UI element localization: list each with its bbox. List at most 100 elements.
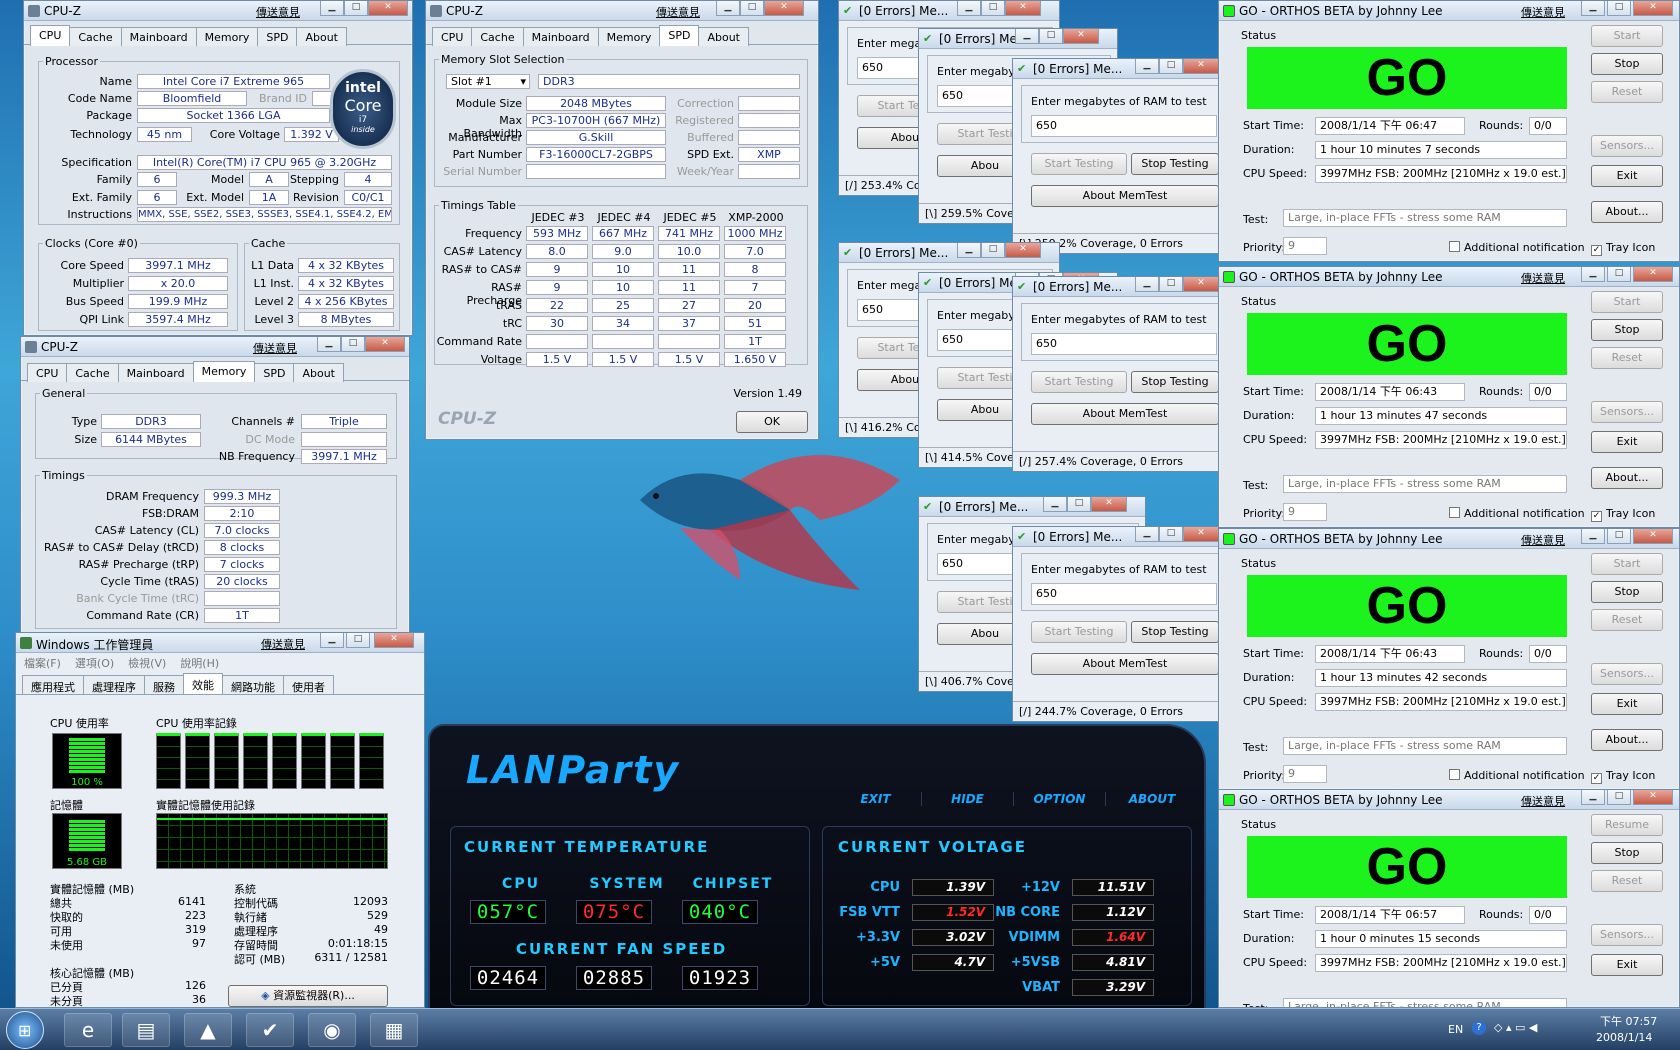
stop-button[interactable]: Stop: [1591, 53, 1663, 75]
close-button[interactable]: ✕: [1633, 1, 1673, 16]
stop-button[interactable]: Stop: [1591, 319, 1663, 341]
priority-select[interactable]: 9: [1283, 765, 1327, 783]
about-button[interactable]: ABOUT: [1106, 792, 1198, 806]
minimize-button[interactable]: ▁: [957, 1, 981, 16]
tab-cache[interactable]: Cache: [69, 27, 122, 46]
test-select[interactable]: Large, in-place FFTs - stress some RAM: [1283, 737, 1567, 755]
maximize-button[interactable]: □: [1039, 29, 1063, 44]
exit-button[interactable]: Exit: [1591, 431, 1663, 453]
dfi-icon[interactable]: ◉: [308, 1013, 356, 1047]
feedback-link[interactable]: 傳送意見: [1521, 532, 1565, 548]
tab-mainboard[interactable]: Mainboard: [522, 27, 599, 46]
maximize-button[interactable]: □: [344, 1, 368, 16]
exit-button[interactable]: Exit: [1591, 693, 1663, 715]
close-button[interactable]: ✕: [1091, 497, 1127, 512]
tab-users[interactable]: 使用者: [283, 675, 334, 694]
menu-file[interactable]: 檔案(F): [24, 655, 61, 670]
maximize-button[interactable]: □: [1607, 790, 1631, 805]
option-button[interactable]: OPTION: [1014, 792, 1106, 806]
tab-cache[interactable]: Cache: [66, 363, 119, 382]
tab-spd[interactable]: SPD: [659, 25, 700, 46]
slot-select[interactable]: Slot #1 ▾: [446, 74, 530, 89]
close-button[interactable]: ✕: [365, 337, 405, 352]
priority-select[interactable]: 9: [1283, 237, 1327, 255]
explorer-icon[interactable]: ▤: [122, 1013, 170, 1047]
tab-about[interactable]: About: [296, 27, 347, 46]
maximize-button[interactable]: □: [346, 633, 370, 648]
maximize-button[interactable]: □: [981, 1, 1005, 16]
tray-icons[interactable]: ◇ ▴ ▭ ◀: [1494, 1021, 1537, 1034]
tab-about[interactable]: About: [293, 363, 344, 382]
about-button[interactable]: About...: [1591, 467, 1663, 489]
feedback-link[interactable]: 傳送意見: [656, 4, 700, 20]
start-testing-button[interactable]: Start Testing: [1031, 621, 1127, 643]
close-button[interactable]: ✕: [1005, 1, 1041, 16]
tab-performance[interactable]: 效能: [183, 673, 223, 694]
minimize-button[interactable]: ▁: [320, 1, 344, 16]
sensors-button[interactable]: Sensors...: [1591, 924, 1663, 946]
feedback-link[interactable]: 傳送意見: [1521, 793, 1565, 809]
tab-applications[interactable]: 應用程式: [22, 675, 84, 694]
minimize-button[interactable]: ▁: [957, 243, 981, 258]
start-button[interactable]: ⊞: [6, 1011, 44, 1049]
sensors-button[interactable]: Sensors...: [1591, 663, 1663, 685]
taskmgr-icon[interactable]: ▦: [370, 1013, 418, 1047]
close-button[interactable]: ✕: [1183, 527, 1219, 542]
test-select[interactable]: Large, in-place FFTs - stress some RAM: [1283, 209, 1567, 227]
maximize-button[interactable]: □: [341, 337, 365, 352]
hide-button[interactable]: HIDE: [922, 792, 1014, 806]
resource-monitor-button[interactable]: ◈ 資源監視器(R)...: [228, 985, 388, 1007]
close-button[interactable]: ✕: [764, 1, 804, 16]
stop-testing-button[interactable]: Stop Testing: [1131, 371, 1219, 393]
about-memtest-button[interactable]: About MemTest: [1031, 653, 1219, 675]
reset-button[interactable]: Reset: [1591, 609, 1663, 631]
feedback-link[interactable]: 傳送意見: [261, 636, 305, 652]
menu-help[interactable]: 說明(H): [180, 655, 219, 670]
minimize-button[interactable]: ▁: [1581, 529, 1605, 544]
stop-testing-button[interactable]: Stop Testing: [1131, 621, 1219, 643]
test-select[interactable]: Large, in-place FFTs - stress some RAM: [1283, 998, 1567, 1007]
language-indicator[interactable]: EN: [1448, 1023, 1463, 1036]
clock-date[interactable]: 2008/1/14: [1596, 1031, 1652, 1044]
maximize-button[interactable]: □: [1607, 267, 1631, 282]
start-button[interactable]: Start: [1591, 291, 1663, 313]
tab-memory[interactable]: Memory: [192, 361, 256, 382]
tray-icon-checkbox[interactable]: ✓ Tray Icon: [1591, 769, 1655, 784]
tab-cache[interactable]: Cache: [471, 27, 524, 46]
minimize-button[interactable]: ▁: [1581, 790, 1605, 805]
tab-cpu[interactable]: CPU: [30, 25, 71, 46]
maximize-button[interactable]: □: [1607, 1, 1631, 16]
feedback-link[interactable]: 傳送意見: [256, 4, 300, 20]
tab-memory[interactable]: Memory: [195, 27, 259, 46]
menu-options[interactable]: 選項(O): [75, 655, 114, 670]
close-button[interactable]: ✕: [368, 1, 408, 16]
close-button[interactable]: ✕: [1183, 277, 1219, 292]
menu-view[interactable]: 檢視(V): [128, 655, 166, 670]
resume-button[interactable]: Resume: [1591, 814, 1663, 836]
feedback-link[interactable]: 傳送意見: [1521, 4, 1565, 20]
megabytes-input[interactable]: 650: [1031, 115, 1217, 137]
maximize-button[interactable]: □: [1067, 497, 1091, 512]
minimize-button[interactable]: ▁: [1135, 277, 1159, 292]
memtest-icon[interactable]: ✔: [246, 1013, 294, 1047]
reset-button[interactable]: Reset: [1591, 347, 1663, 369]
stop-button[interactable]: Stop: [1591, 842, 1663, 864]
start-button[interactable]: Start: [1591, 553, 1663, 575]
maximize-button[interactable]: □: [1607, 529, 1631, 544]
tab-about[interactable]: About: [698, 27, 749, 46]
exit-button[interactable]: Exit: [1591, 954, 1663, 976]
test-select[interactable]: Large, in-place FFTs - stress some RAM: [1283, 475, 1567, 493]
reset-button[interactable]: Reset: [1591, 870, 1663, 892]
feedback-link[interactable]: 傳送意見: [253, 340, 297, 356]
stop-testing-button[interactable]: Stop Testing: [1131, 153, 1219, 175]
minimize-button[interactable]: ▁: [1043, 497, 1067, 512]
about-memtest-button[interactable]: About MemTest: [1031, 403, 1219, 425]
tab-networking[interactable]: 網路功能: [222, 675, 284, 694]
close-button[interactable]: ✕: [1633, 267, 1673, 282]
maximize-button[interactable]: □: [1159, 527, 1183, 542]
start-button[interactable]: Start: [1591, 25, 1663, 47]
additional-notification-checkbox[interactable]: Additional notification: [1449, 507, 1585, 520]
additional-notification-checkbox[interactable]: Additional notification: [1449, 769, 1585, 782]
tab-spd[interactable]: SPD: [254, 363, 295, 382]
tab-spd[interactable]: SPD: [257, 27, 298, 46]
